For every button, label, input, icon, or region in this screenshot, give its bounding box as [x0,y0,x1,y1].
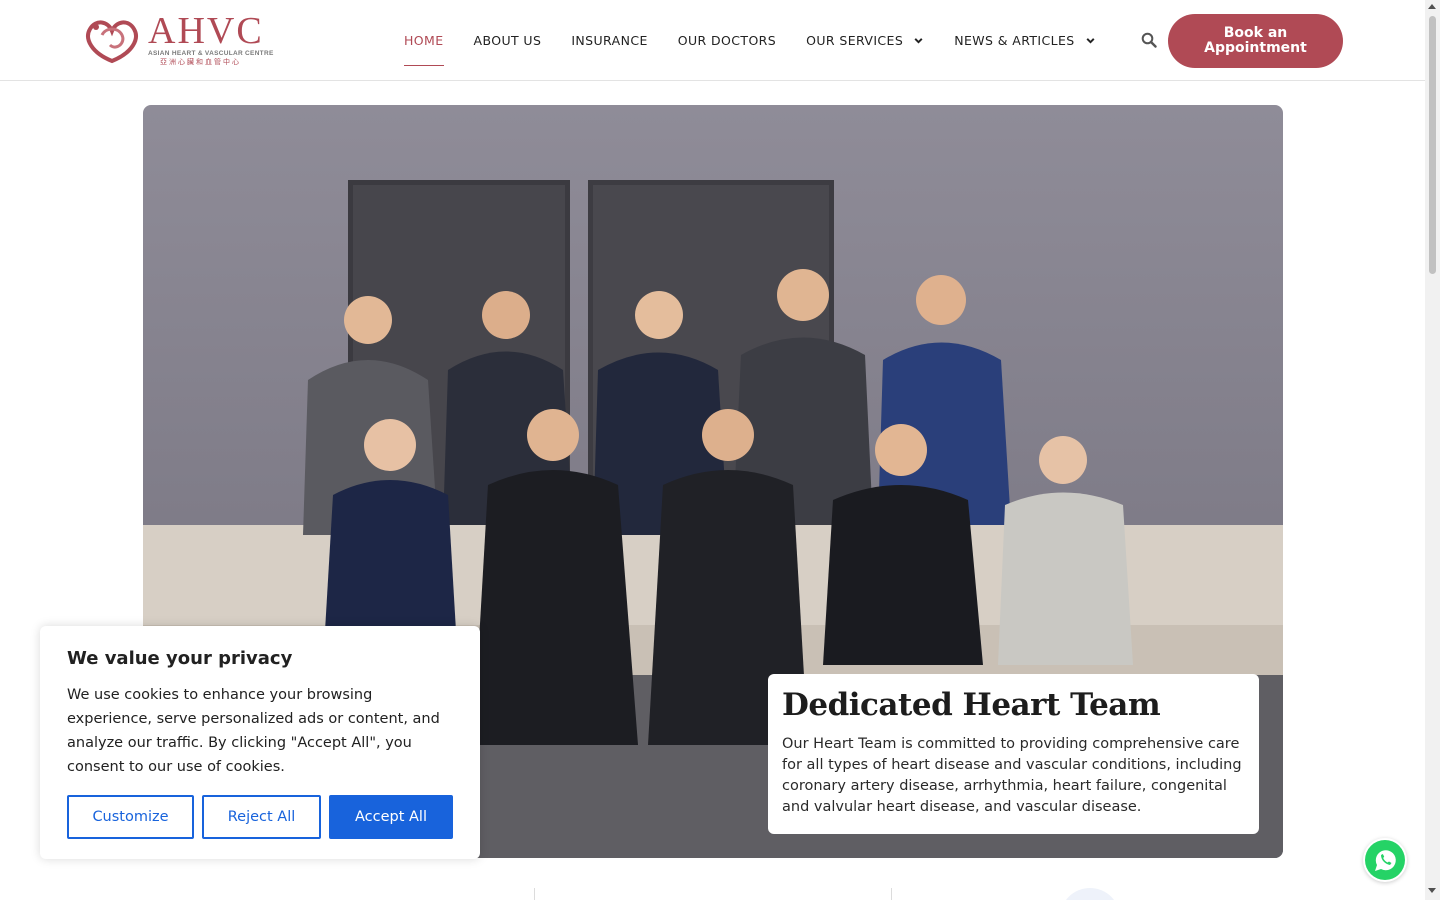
logo-wordmark: AHVC [148,10,264,52]
feature-icon-circle [1060,888,1120,900]
cookie-title: We value your privacy [67,648,293,669]
nav-insurance[interactable]: INSURANCE [571,0,647,80]
logo-chinese: 亞洲心臟和血管中心 [160,58,241,66]
whatsapp-chat-button[interactable] [1363,838,1407,882]
main-nav: HOME ABOUT US INSURANCE OUR DOCTORS OUR … [404,0,1126,80]
scroll-thumb[interactable] [1429,16,1436,274]
section-divider [891,888,892,900]
search-icon[interactable] [1141,32,1157,48]
nav-insurance-label: INSURANCE [571,32,648,48]
site-logo[interactable]: AHVC ASIAN HEART & VASCULAR CENTRE 亞洲心臟和… [82,12,282,68]
scroll-up-arrow-icon[interactable] [1428,4,1436,9]
section-divider [534,888,535,900]
hero-caption-card: Dedicated Heart Team Our Heart Team is c… [768,674,1259,834]
nav-our-doctors[interactable]: OUR DOCTORS [678,0,776,80]
nav-doctors-label: OUR DOCTORS [677,32,777,48]
accept-all-button[interactable]: Accept All [329,795,453,839]
book-appointment-button[interactable]: Book an Appointment [1168,14,1343,68]
whatsapp-icon [1365,840,1405,880]
nav-news-label: NEWS & ARTICLES [954,32,1075,48]
heart-swirl-logo-icon [86,20,138,64]
chevron-down-icon [914,37,923,44]
nav-about-label: ABOUT US [473,32,542,48]
reject-all-button[interactable]: Reject All [202,795,321,839]
scroll-down-arrow-icon[interactable] [1428,888,1436,893]
nav-news-articles[interactable]: NEWS & ARTICLES [954,0,1095,80]
customize-button[interactable]: Customize [67,795,194,839]
nav-our-services[interactable]: OUR SERVICES [806,0,924,80]
chevron-down-icon [1086,37,1095,44]
hero-description: Our Heart Team is committed to providing… [782,736,1242,815]
cookie-text: We use cookies to enhance your browsing … [67,687,440,775]
logo-subtitle: ASIAN HEART & VASCULAR CENTRE [148,50,274,57]
cookie-buttons: Customize Reject All Accept All [67,795,453,839]
nav-home-label: HOME [404,32,444,48]
site-header: AHVC ASIAN HEART & VASCULAR CENTRE 亞洲心臟和… [0,0,1425,81]
nav-home[interactable]: HOME [404,0,444,80]
nav-services-label: OUR SERVICES [806,32,904,48]
hero-title: Dedicated Heart Team [782,687,1161,723]
page-scrollbar[interactable] [1425,0,1440,900]
nav-about-us[interactable]: ABOUT US [474,0,542,80]
cookie-consent-banner: We value your privacy We use cookies to … [40,626,480,859]
